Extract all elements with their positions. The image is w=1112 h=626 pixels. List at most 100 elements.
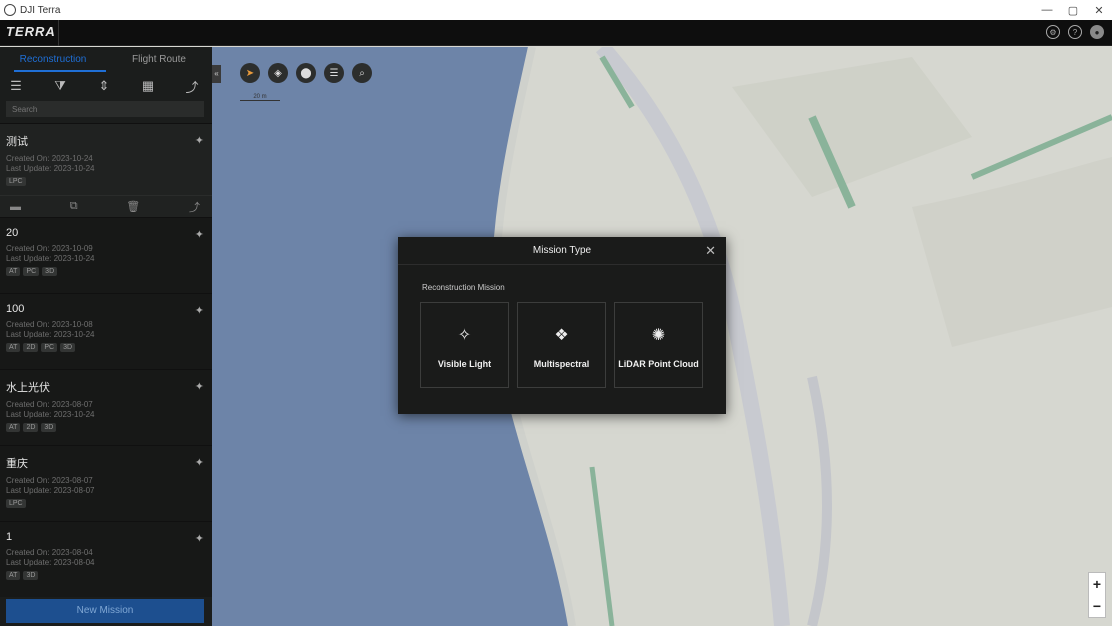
mission-updated: Last Update: 2023-10-24 [6,410,95,419]
map-toolbar: ➤ ◈ ⬤ ☰ ⌕ [240,63,372,83]
option-label: Visible Light [437,359,492,369]
zoom-control: + − [1088,572,1106,618]
filter-icon[interactable]: ⧩ [52,78,68,94]
minimize-icon[interactable]: — [1034,0,1060,20]
mission-created: Created On: 2023-10-24 [6,154,93,163]
export-icon[interactable]: ⤴ [189,199,200,215]
list-item[interactable]: 1 Created On: 2023-08-04 Last Update: 20… [0,521,212,597]
mission-created: Created On: 2023-10-08 [6,320,93,329]
pin-icon[interactable]: ⬤ [296,63,316,83]
user-icon[interactable]: ● [1090,25,1104,39]
mission-tag: AT [6,343,21,352]
list-icon[interactable]: ☰ [8,78,24,94]
mission-type-dialog: Mission Type ✕ Reconstruction Mission ✧ … [398,237,726,414]
app-header: TERRA ⚙ ? ● [0,20,1112,46]
mission-updated: Last Update: 2023-10-24 [6,330,95,339]
zoom-out-button[interactable]: − [1093,598,1101,614]
mission-name: 100 [6,303,25,315]
list-item[interactable]: 20 Created On: 2023-10-09 Last Update: 2… [0,217,212,293]
sort-icon[interactable]: ⇕ [96,78,112,94]
mission-name: 1 [6,531,13,543]
mission-type-icon: ✦ [194,533,204,545]
mission-tag: LPC [6,177,26,186]
mission-type-icon: ✦ [194,457,204,469]
zoom-in-button[interactable]: + [1093,576,1101,592]
map-scale: 20 m [240,94,280,101]
list-item[interactable]: 重庆 Created On: 2023-08-07 Last Update: 2… [0,445,212,521]
mission-updated: Last Update: 2023-08-07 [6,486,95,495]
dialog-title: Mission Type [532,245,592,256]
section-label: Reconstruction Mission [422,283,505,292]
mission-tag: 2D [23,423,39,432]
mission-name: 20 [6,227,19,239]
search-input[interactable] [6,101,204,117]
mission-tag: AT [6,571,21,580]
lidar-point-cloud-option[interactable]: ✺ LiDAR Point Cloud [614,302,703,388]
list-item[interactable]: 测试 Created On: 2023-10-24 Last Update: 2… [0,123,212,195]
mission-tag: 3D [23,571,39,580]
mission-type-icon: ✦ [194,135,204,147]
mission-created: Created On: 2023-08-07 [6,476,93,485]
new-mission-button[interactable]: New Mission [6,599,204,623]
delete-icon[interactable]: 🗑 [126,200,140,213]
layers-icon[interactable]: ☰ [324,63,344,83]
multispectral-option[interactable]: ❖ Multispectral [517,302,606,388]
mission-tag: AT [6,267,21,276]
mission-tag: AT [6,423,21,432]
mission-tag: 3D [42,267,58,276]
multispectral-icon: ❖ [554,327,569,344]
mission-name: 重庆 [6,458,28,470]
folder-icon[interactable]: ▬ [10,201,21,213]
mission-name: 水上光伏 [6,382,50,394]
sidebar: Reconstruction Flight Route ☰ ⧩ ⇕ ▦ ⤴ 测试… [0,47,212,626]
search-icon[interactable]: ⌕ [352,63,372,83]
mission-tag: PC [23,267,40,276]
mission-tag: 2D [23,343,39,352]
mission-tag: PC [41,343,58,352]
app-icon [4,4,16,16]
close-icon[interactable]: ✕ [705,237,716,265]
maximize-icon[interactable]: ▢ [1060,0,1086,20]
visible-light-icon: ✧ [457,327,472,344]
mission-created: Created On: 2023-10-09 [6,244,93,253]
mission-type-icon: ✦ [194,381,204,393]
os-title-bar: DJI Terra — ▢ ✕ [0,0,1112,20]
mission-created: Created On: 2023-08-07 [6,400,93,409]
mission-type-icon: ✦ [194,305,204,317]
mission-tag: 3D [41,423,57,432]
mission-type-icon: ✦ [194,229,204,241]
close-window-icon[interactable]: ✕ [1086,0,1112,20]
mission-tag: LPC [6,499,26,508]
sidebar-toolbar: ☰ ⧩ ⇕ ▦ ⤴ [0,73,212,99]
copy-icon[interactable]: ⧉ [70,200,78,213]
option-label: Multispectral [533,359,590,369]
import-icon[interactable]: ⤴ [184,77,200,96]
active-tab-indicator [14,70,106,72]
header-divider [58,20,59,46]
terra-logo: TERRA [6,24,56,39]
option-label: LiDAR Point Cloud [618,359,699,369]
mission-list: 测试 Created On: 2023-10-24 Last Update: 2… [0,123,212,597]
lidar-icon: ✺ [651,327,666,344]
compass-icon[interactable]: ➤ [240,63,260,83]
dialog-header: Mission Type ✕ [398,237,726,265]
collapse-sidebar-icon[interactable]: « [212,65,221,83]
mission-name: 测试 [6,136,28,148]
mission-tabs: Reconstruction Flight Route [0,47,212,73]
mission-created: Created On: 2023-08-04 [6,548,93,557]
help-icon[interactable]: ? [1068,25,1082,39]
mission-updated: Last Update: 2023-10-24 [6,164,95,173]
window-controls: — ▢ ✕ [1034,0,1112,20]
selected-mission-actions: ▬ ⧉ 🗑 ⤴ [0,195,212,217]
list-item[interactable]: 水上光伏 Created On: 2023-08-07 Last Update:… [0,369,212,445]
settings-icon[interactable]: ⚙ [1046,25,1060,39]
locate-icon[interactable]: ◈ [268,63,288,83]
window-title: DJI Terra [20,4,61,16]
grid-icon[interactable]: ▦ [140,78,156,94]
mission-updated: Last Update: 2023-08-04 [6,558,95,567]
tab-flight-route[interactable]: Flight Route [106,47,212,73]
list-item[interactable]: 100 Created On: 2023-10-08 Last Update: … [0,293,212,369]
visible-light-option[interactable]: ✧ Visible Light [420,302,509,388]
mission-updated: Last Update: 2023-10-24 [6,254,95,263]
mission-tag: 3D [60,343,76,352]
